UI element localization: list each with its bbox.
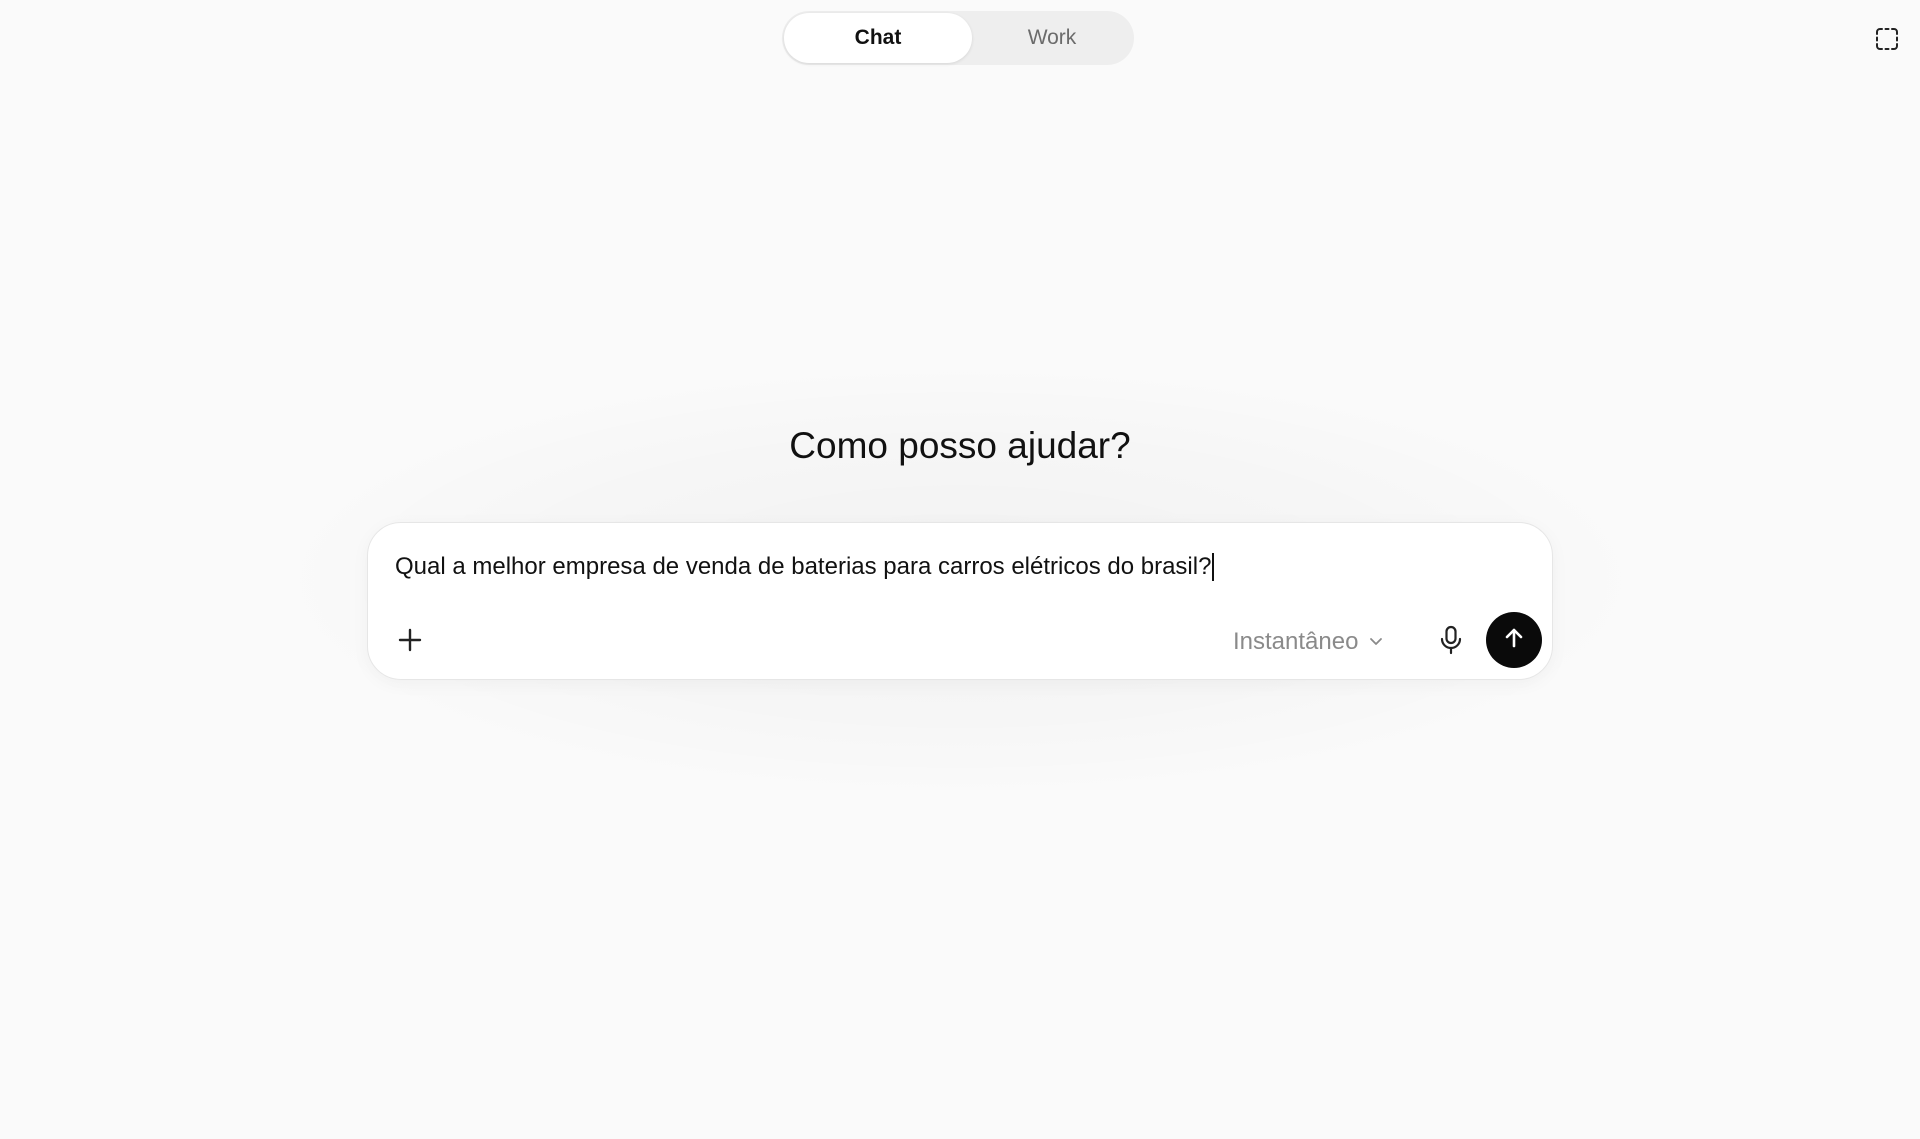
dashed-square-icon[interactable] (1872, 24, 1902, 54)
tab-work-label: Work (1027, 26, 1077, 49)
add-attachment-button[interactable] (390, 622, 430, 662)
chevron-down-icon (1368, 628, 1384, 656)
composer: Qual a melhor empresa de venda de bateri… (367, 522, 1553, 680)
voice-input-button[interactable] (1431, 621, 1471, 663)
prompt-input[interactable]: Qual a melhor empresa de venda de bateri… (395, 549, 1515, 585)
send-button[interactable] (1486, 612, 1542, 668)
text-caret (1212, 553, 1215, 581)
tab-chat-label: Chat (854, 26, 902, 49)
prompt-input-value: Qual a melhor empresa de venda de bateri… (395, 553, 1212, 580)
plus-icon (397, 627, 423, 658)
microphone-icon (1438, 625, 1464, 660)
model-select-label: Instantâneo (1233, 628, 1359, 655)
app-page: Chat Work Como posso ajudar? Qual a melh… (0, 0, 1920, 1139)
arrow-up-icon (1502, 626, 1526, 655)
model-select[interactable]: Instantâneo (1233, 621, 1384, 663)
page-title: Como posso ajudar? (789, 425, 1131, 466)
tab-chat[interactable]: Chat (784, 13, 972, 63)
mode-toggle: Chat Work (782, 11, 1134, 65)
tab-work[interactable]: Work (972, 13, 1132, 63)
